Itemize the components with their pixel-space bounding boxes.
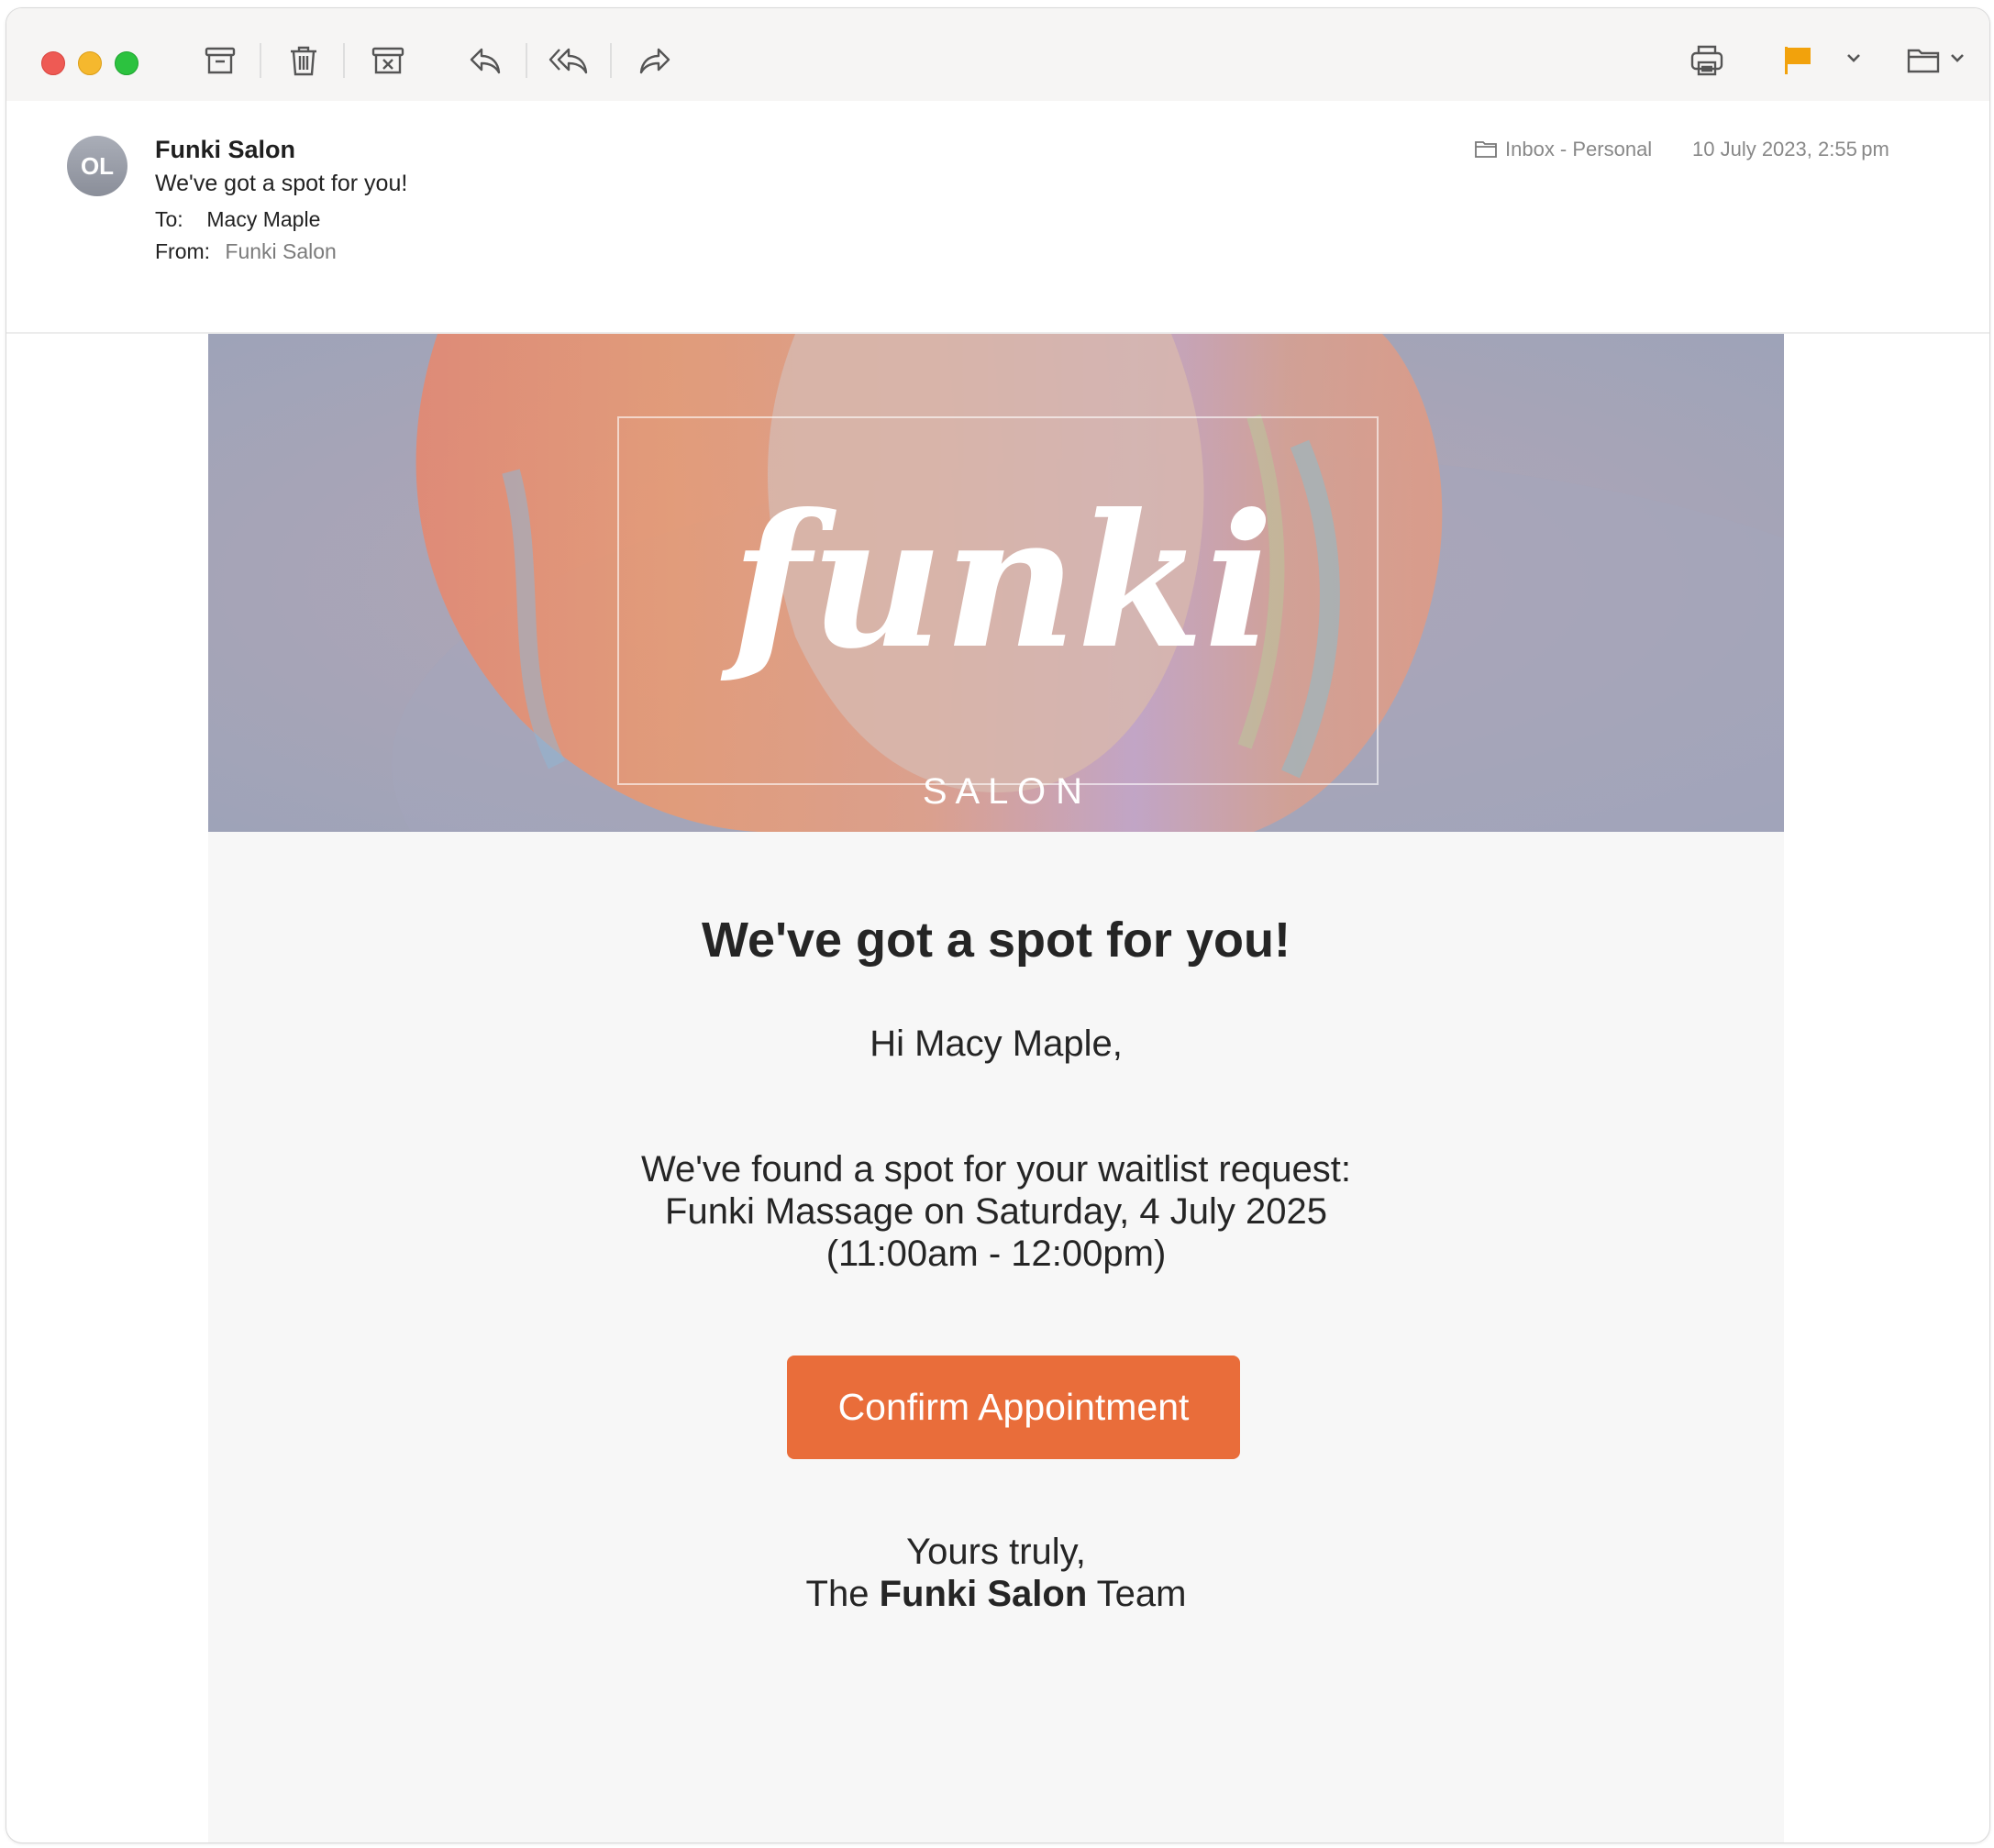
trash-icon (291, 46, 316, 76)
email-signoff: Yours truly, The Funki Salon Team (208, 1531, 1784, 1615)
zoom-window-button[interactable] (115, 51, 138, 75)
to-label: To: (155, 207, 183, 231)
message-line: (11:00am - 12:00pm) (825, 1234, 1167, 1274)
minimize-window-button[interactable] (78, 51, 102, 75)
signoff-line: Yours truly, (906, 1532, 1086, 1572)
mail-window: OL Funki Salon We've got a spot for you!… (6, 7, 1990, 1843)
email-headline: We've got a spot for you! (702, 913, 1291, 968)
reply-button[interactable] (462, 38, 508, 83)
message-date: 10 July 2023, 2:55 pm (1692, 138, 1889, 160)
message-subject: We've got a spot for you! (155, 171, 408, 196)
avatar: OL (67, 136, 127, 196)
signoff-prefix: The (805, 1574, 880, 1614)
archive-button[interactable] (197, 38, 243, 83)
folder-icon (1907, 49, 1940, 73)
message-header: OL Funki Salon We've got a spot for you!… (6, 101, 1989, 334)
junk-icon (371, 47, 404, 74)
to-row: To: Macy Maple (155, 207, 320, 232)
mailbox-name: Inbox - Personal (1505, 138, 1653, 160)
chevron-down-icon (1847, 54, 1860, 62)
email-greeting: Hi Macy Maple, (870, 1024, 1123, 1064)
salon-banner: funki S A L O N (208, 334, 1784, 832)
salon-logo: funki (720, 474, 1273, 690)
close-window-button[interactable] (41, 51, 65, 75)
email-content: funki S A L O N We've got a spot for you… (208, 334, 1784, 1842)
print-button[interactable] (1684, 38, 1730, 83)
to-value[interactable]: Macy Maple (206, 207, 320, 231)
salon-logo-subtitle: S A L O N (923, 771, 1082, 812)
archive-icon (205, 47, 236, 74)
signoff-suffix: Team (1087, 1574, 1187, 1614)
reply-all-icon (548, 48, 588, 74)
from-value[interactable]: Funki Salon (225, 239, 336, 263)
folder-menu-chevron[interactable] (1946, 47, 1968, 69)
message-line: We've found a spot for your waitlist req… (641, 1149, 1351, 1190)
signoff-brand: Funki Salon (879, 1574, 1088, 1614)
forward-icon (639, 48, 670, 74)
delete-button[interactable] (281, 38, 327, 83)
confirm-appointment-button[interactable]: Confirm Appointment (787, 1356, 1240, 1459)
mailbox-indicator[interactable]: Inbox - Personal (1474, 138, 1652, 161)
flag-button[interactable] (1775, 38, 1821, 83)
message-line: Funki Massage on Saturday, 4 July 2025 (665, 1191, 1327, 1232)
flag-menu-chevron[interactable] (1843, 47, 1865, 69)
sender-name[interactable]: Funki Salon (155, 136, 295, 164)
flag-icon (1785, 47, 1811, 74)
toolbar (6, 8, 1989, 103)
forward-button[interactable] (632, 38, 678, 83)
from-label: From: (155, 239, 211, 263)
folder-icon (1475, 141, 1497, 158)
reply-all-button[interactable] (546, 38, 592, 83)
signoff-signature: The Funki Salon Team (208, 1573, 1784, 1615)
move-to-folder-button[interactable] (1900, 38, 1946, 83)
email-message: We've found a spot for your waitlist req… (208, 1148, 1784, 1275)
reply-icon (470, 48, 501, 74)
chevron-down-icon (1951, 54, 1964, 62)
from-row: From: Funki Salon (155, 239, 337, 264)
print-icon (1690, 45, 1723, 76)
junk-button[interactable] (365, 38, 411, 83)
